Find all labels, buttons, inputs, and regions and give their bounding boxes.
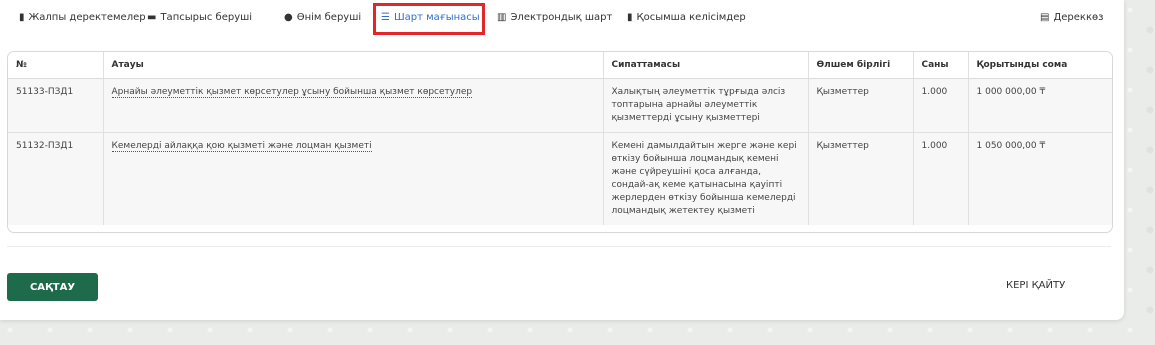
items-table-container: № Атауы Сипаттамасы Өлшем бірлігі Саны Қ… [7,51,1113,233]
tab-customer[interactable]: ▬ Тапсырыс беруші [147,12,252,23]
file-icon: ▮ [627,12,633,23]
tab-bar: ▮ Жалпы деректемелер ▬ Тапсырыс беруші ●… [0,0,1124,40]
document-icon: ▮ [19,12,25,23]
briefcase-icon: ▬ [147,12,157,23]
tab-label: Электрондық шарт [510,12,613,23]
col-header-description: Сипаттамасы [603,52,809,79]
table-header-row: № Атауы Сипаттамасы Өлшем бірлігі Саны Қ… [8,52,1112,79]
tab-label: Қосымша келісімдер [636,12,746,23]
user-icon: ● [284,12,293,23]
save-button[interactable]: САҚТАУ [7,273,98,301]
tab-electronic-contract[interactable]: ▥ Электрондық шарт [497,12,612,23]
active-tab-highlight [373,3,485,35]
cell-total: 1 050 000,00 ₸ [968,132,1112,225]
cell-unit: Қызметтер [808,78,914,133]
tab-label: Жалпы деректемелер [28,12,146,23]
tab-label: Тапсырыс беруші [160,12,253,23]
col-header-unit: Өлшем бірлігі [808,52,914,79]
cell-name: Кемелерді айлаққа қою қызметі және лоцма… [103,132,604,225]
item-name-link[interactable]: Кемелерді айлаққа қою қызметі және лоцма… [111,141,372,152]
tab-label: Дереккөз [1053,12,1104,23]
cell-unit: Қызметтер [808,132,914,225]
tab-supplier[interactable]: ● Өнім беруші [284,12,361,23]
col-header-number: № [8,52,104,79]
contract-card: ▮ Жалпы деректемелер ▬ Тапсырыс беруші ●… [0,0,1124,320]
table-row: 51132-ПЗД1 Кемелерді айлаққа қою қызметі… [8,132,1112,225]
item-name-link[interactable]: Арнайы әлеуметтік қызмет көрсетулер ұсын… [111,87,473,98]
col-header-name: Атауы [103,52,604,79]
tab-general-details[interactable]: ▮ Жалпы деректемелер [19,12,146,23]
back-button[interactable]: КЕРІ ҚАЙТУ [1006,280,1065,291]
tab-label: Өнім беруші [296,12,362,23]
table-row: 51133-ПЗД1 Арнайы әлеуметтік қызмет көрс… [8,78,1112,133]
cell-quantity: 1.000 [913,132,969,225]
divider [7,246,1111,247]
cell-description: Кемені дамылдайтын жерге және кері өткіз… [603,132,809,225]
cell-code: 51132-ПЗД1 [8,132,104,225]
cell-name: Арнайы әлеуметтік қызмет көрсетулер ұсын… [103,78,604,133]
items-table: № Атауы Сипаттамасы Өлшем бірлігі Саны Қ… [8,52,1112,225]
col-header-total: Қорытынды сома [968,52,1112,79]
tab-data-source[interactable]: ▤ Дереккөз [1040,12,1103,23]
cell-quantity: 1.000 [913,78,969,133]
database-icon: ▤ [1040,12,1050,23]
cell-total: 1 000 000,00 ₸ [968,78,1112,133]
col-header-quantity: Саны [913,52,969,79]
barcode-icon: ▥ [497,12,507,23]
cell-description: Халықтың әлеуметтік тұрғыда әлсіз топтар… [603,78,809,133]
cell-code: 51133-ПЗД1 [8,78,104,133]
tab-additional-agreements[interactable]: ▮ Қосымша келісімдер [627,12,746,23]
